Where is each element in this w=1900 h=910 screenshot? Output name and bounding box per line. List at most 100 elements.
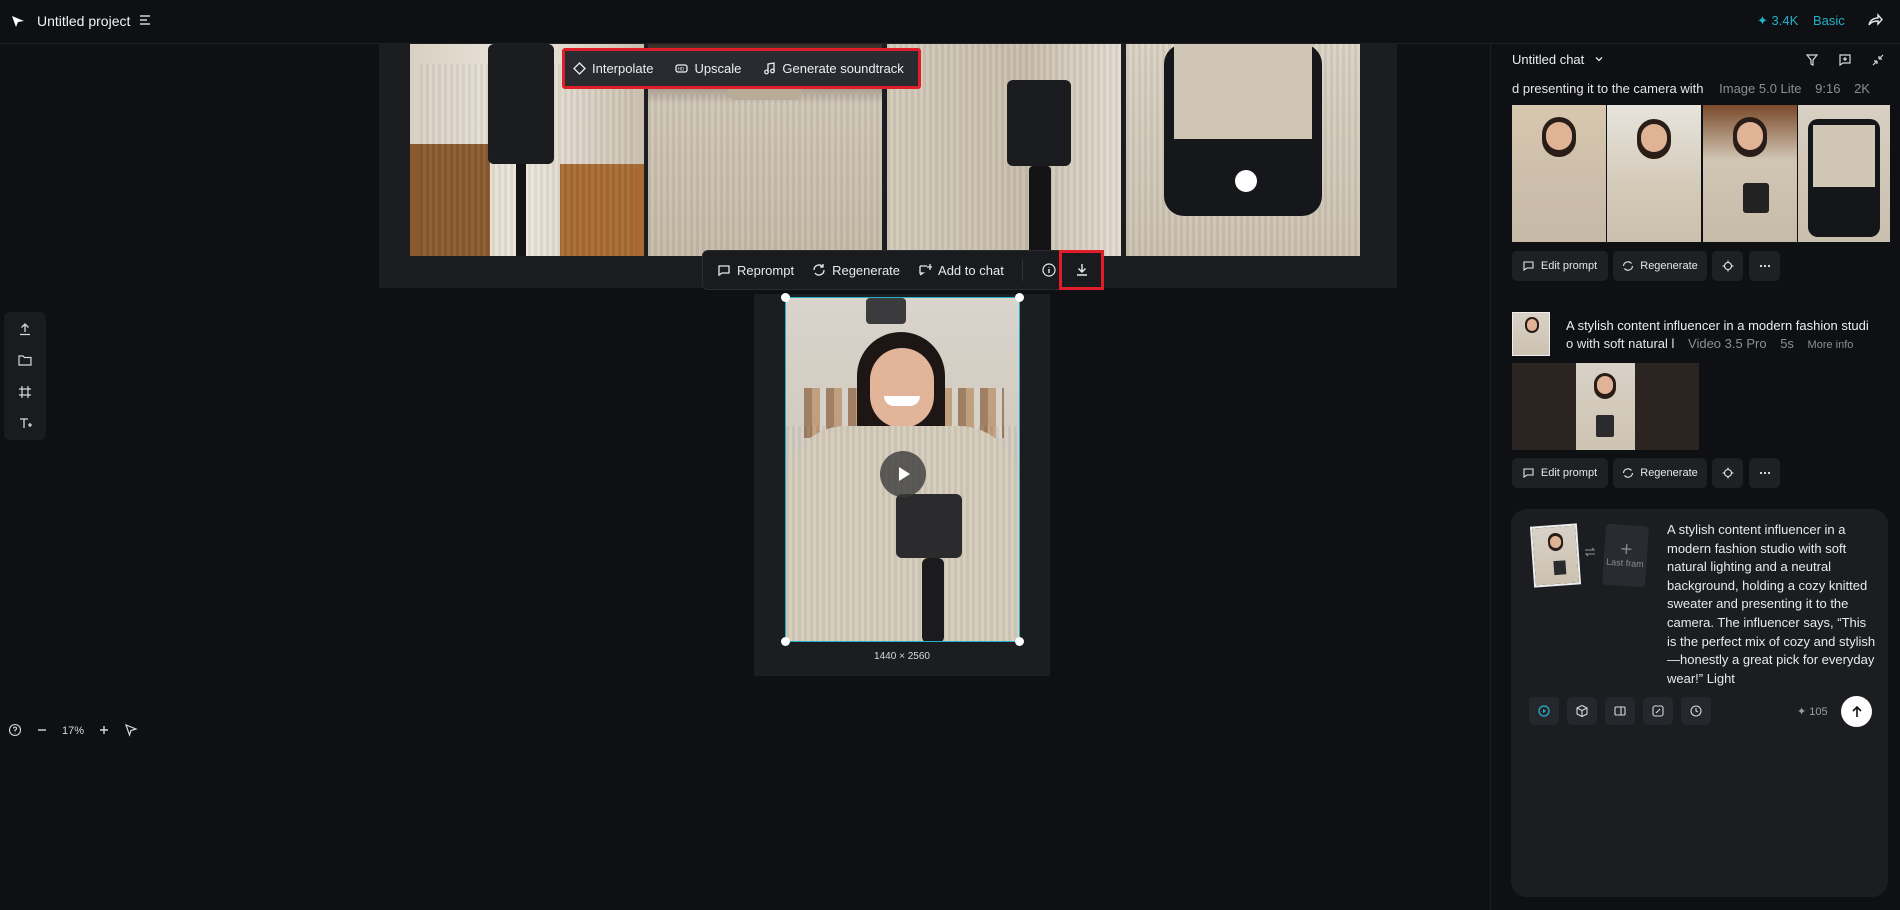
swap-frames-icon[interactable] <box>1584 545 1596 557</box>
chat-filter-icon[interactable] <box>1805 53 1819 67</box>
regenerate-icon <box>1623 468 1634 478</box>
add-to-chat-icon <box>919 264 933 276</box>
model-select-button[interactable] <box>1567 697 1597 725</box>
message-2-edit-prompt-button[interactable]: Edit prompt <box>1512 458 1608 488</box>
pointer-icon[interactable] <box>124 723 138 740</box>
ai-tools-toolbar: Interpolate HD Upscale Generate soundtra… <box>562 48 921 89</box>
play-icon <box>899 467 910 481</box>
last-frame-slot[interactable]: Last fram <box>1601 523 1650 588</box>
app-logo-icon[interactable] <box>10 13 26 29</box>
aspect-ratio-icon <box>1614 706 1626 716</box>
message-1-quality: 2K <box>1854 81 1870 96</box>
batch-image-3[interactable] <box>887 44 1121 256</box>
message-2-model: Video 3.5 Pro <box>1688 336 1767 351</box>
generate-soundtrack-button[interactable]: Generate soundtrack <box>763 61 904 76</box>
help-icon[interactable] <box>8 723 22 740</box>
plus-icon <box>1620 543 1631 555</box>
message-2-prompt-line1: A stylish content influencer in a modern… <box>1566 318 1869 333</box>
zoom-in-icon[interactable] <box>98 724 110 739</box>
message-1-target-button[interactable] <box>1712 251 1743 281</box>
video-dimensions: 1440 × 2560 <box>874 651 930 662</box>
chevron-down-icon <box>1595 57 1603 62</box>
left-toolbar <box>4 312 46 440</box>
arrow-up-icon <box>1851 705 1862 717</box>
folder-icon[interactable] <box>18 353 32 367</box>
music-note-icon <box>764 62 776 75</box>
crosshair-icon <box>1722 260 1733 272</box>
resolution-button[interactable] <box>1643 697 1673 725</box>
zoom-level[interactable]: 17% <box>62 725 84 737</box>
video-mode-button[interactable] <box>1529 697 1559 725</box>
edit-prompt-icon <box>1523 468 1534 479</box>
first-frame-thumbnail[interactable] <box>1529 523 1582 588</box>
generate-soundtrack-label: Generate soundtrack <box>782 61 904 76</box>
message-1-regen-label: Regenerate <box>1640 260 1698 272</box>
message-1-edit-label: Edit prompt <box>1540 260 1598 272</box>
play-button[interactable] <box>880 451 926 497</box>
generation-cost: ✦ 105 <box>1797 706 1828 718</box>
message-1-edit-prompt-button[interactable]: Edit prompt <box>1512 251 1608 281</box>
last-frame-label: Last fram <box>1605 556 1645 570</box>
message-1-more-button[interactable] <box>1749 251 1780 281</box>
interpolate-icon <box>573 62 586 75</box>
share-icon[interactable] <box>1866 11 1884 29</box>
resize-handle-top-right[interactable] <box>1015 293 1024 302</box>
text-tool-icon[interactable] <box>18 416 32 430</box>
download-button[interactable] <box>1059 250 1104 290</box>
result-thumbnail-1[interactable] <box>1512 105 1606 242</box>
result-thumbnail-3[interactable] <box>1703 105 1797 242</box>
reprompt-button[interactable]: Reprompt <box>717 263 794 278</box>
more-icon <box>1759 471 1770 475</box>
message-2-target-button[interactable] <box>1712 458 1743 488</box>
edit-prompt-icon <box>1523 261 1534 272</box>
message-1-regenerate-button[interactable]: Regenerate <box>1613 251 1707 281</box>
message-2-more-button[interactable] <box>1749 458 1780 488</box>
zoom-out-icon[interactable] <box>36 724 48 739</box>
result-thumbnail-4[interactable] <box>1798 105 1890 242</box>
download-icon <box>1076 264 1087 276</box>
upload-icon[interactable] <box>18 322 32 336</box>
add-to-chat-button[interactable]: Add to chat <box>918 263 1004 278</box>
message-1-ratio: 9:16 <box>1815 81 1841 96</box>
batch-image-4[interactable] <box>1126 44 1360 256</box>
frame-icon[interactable] <box>18 385 32 399</box>
upscale-icon: HD <box>675 64 689 73</box>
project-menu-icon[interactable] <box>138 13 152 27</box>
message-2-regen-label: Regenerate <box>1640 467 1698 479</box>
plan-badge[interactable]: Basic <box>1813 13 1845 28</box>
node-action-bar: Reprompt Regenerate Add to chat <box>702 250 1104 290</box>
prompt-input[interactable]: A stylish content influencer in a modern… <box>1667 521 1877 688</box>
message-2-regenerate-button[interactable]: Regenerate <box>1613 458 1707 488</box>
resize-handle-top-left[interactable] <box>781 293 790 302</box>
resize-handle-bottom-left[interactable] <box>781 637 790 646</box>
more-info-link[interactable]: More info <box>1808 339 1854 351</box>
aspect-ratio-button[interactable] <box>1605 697 1635 725</box>
collapse-panel-icon[interactable] <box>1871 53 1885 67</box>
interpolate-button[interactable]: Interpolate <box>573 61 653 76</box>
send-button[interactable] <box>1841 696 1872 727</box>
canvas[interactable]: Interpolate HD Upscale Generate soundtra… <box>0 44 1490 910</box>
message-2-edit-label: Edit prompt <box>1540 467 1598 479</box>
chat-title[interactable]: Untitled chat <box>1512 52 1604 67</box>
message-2-video-thumbnail[interactable] <box>1512 363 1699 450</box>
result-thumbnail-2[interactable] <box>1607 105 1701 242</box>
chat-title-label: Untitled chat <box>1512 52 1585 67</box>
svg-text:HD: HD <box>678 67 684 72</box>
new-chat-icon[interactable] <box>1838 53 1852 67</box>
message-1-prompt: d presenting it to the camera with <box>1512 81 1704 96</box>
project-title[interactable]: Untitled project <box>37 13 130 29</box>
message-2-reference-thumbnail[interactable] <box>1512 312 1550 356</box>
message-2-duration: 5s <box>1780 336 1794 351</box>
crosshair-icon <box>1722 467 1733 479</box>
resize-handle-bottom-right[interactable] <box>1015 637 1024 646</box>
video-mode-icon <box>1538 705 1550 717</box>
regenerate-icon <box>1623 261 1634 271</box>
upscale-button[interactable]: HD Upscale <box>675 61 741 76</box>
zoom-controls: 17% <box>8 720 138 742</box>
add-to-chat-label: Add to chat <box>938 262 1004 278</box>
clock-icon <box>1690 705 1702 717</box>
credits-balance[interactable]: ✦ 3.4K <box>1757 13 1798 29</box>
duration-button[interactable] <box>1681 697 1711 725</box>
regenerate-button[interactable]: Regenerate <box>812 263 900 278</box>
info-icon[interactable] <box>1041 262 1057 278</box>
